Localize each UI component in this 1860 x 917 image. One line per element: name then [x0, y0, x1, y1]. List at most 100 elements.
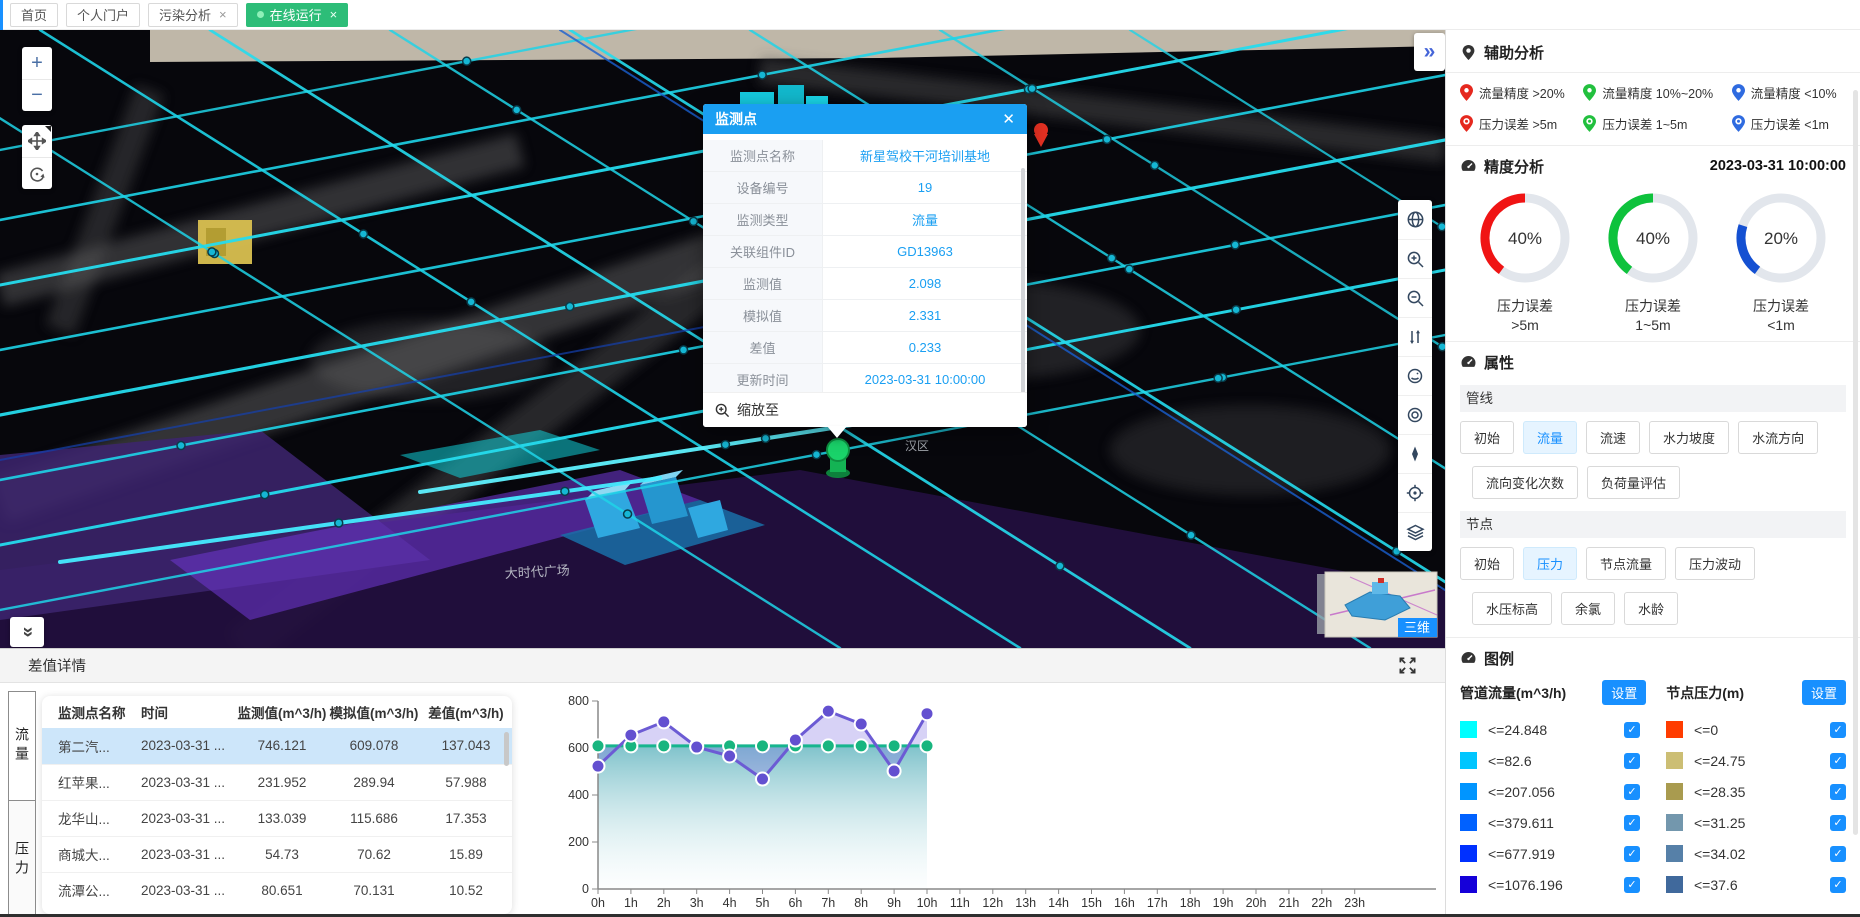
legend-checkbox[interactable]: ✓ [1830, 815, 1846, 831]
zoom-in-button[interactable]: + [22, 47, 52, 79]
svg-text:2h: 2h [657, 896, 671, 910]
globe-icon[interactable] [1398, 200, 1432, 239]
pan-rotate-controls [22, 125, 52, 189]
red-alarm-pin[interactable] [1034, 123, 1048, 147]
tab-pollution[interactable]: 污染分析 × [148, 3, 238, 27]
map-viewport[interactable]: 大时代广场 汉区 三维 + − [0, 30, 1445, 648]
tab-home[interactable]: 首页 [10, 3, 58, 27]
diff-table: 监测点名称 时间 监测值(m^3/h) 模拟值(m^3/h) 差值(m^3/h)… [42, 696, 512, 908]
node-button-residual-chlorine[interactable]: 余氯 [1561, 592, 1615, 625]
node-button-water-age[interactable]: 水龄 [1624, 592, 1678, 625]
gauges-row: 40% 压力误差>5m 40% 压力误差1~5m 20% 压力误差<1m [1460, 180, 1846, 335]
tab-bar: 首页 个人门户 污染分析 × 在线运行× [0, 0, 1860, 30]
tab-online-active[interactable]: 在线运行× [246, 3, 349, 27]
table-row[interactable]: 第二汽...2023-03-31 ...746.121609.078137.04… [42, 728, 512, 764]
popup-row: 模拟值2.331 [703, 300, 1027, 332]
attr-button-direction-changes[interactable]: 流向变化次数 [1472, 466, 1578, 499]
row-label: 监测类型 [703, 204, 823, 235]
locate-icon[interactable] [1398, 473, 1432, 512]
table-scrollbar[interactable] [504, 732, 509, 766]
pressure-legend-settings-button[interactable]: 设置 [1802, 680, 1846, 705]
node-button-pressure[interactable]: 压力 [1523, 547, 1577, 580]
table-row[interactable]: 商城大...2023-03-31 ...54.7370.6215.89 [42, 836, 512, 872]
row-value: 2.331 [823, 300, 1027, 331]
accuracy-timestamp: 2023-03-31 10:00:00 [1710, 158, 1846, 174]
pan-tool-button[interactable] [22, 125, 52, 157]
attr-button-flow-direction[interactable]: 水流方向 [1738, 421, 1818, 454]
legend-item: <=82.6✓ [1460, 750, 1640, 771]
tab-label: 污染分析 [159, 5, 211, 24]
pin-icon [1583, 84, 1596, 101]
table-row[interactable]: 龙华山...2023-03-31 ...133.039115.68617.353 [42, 800, 512, 836]
row-label: 关联组件ID [703, 236, 823, 267]
layers-icon[interactable] [1398, 512, 1432, 551]
tab-close-icon[interactable]: × [219, 7, 227, 22]
rotate-tool-button[interactable] [22, 157, 52, 189]
sidebar-scrollbar[interactable] [1853, 90, 1858, 835]
color-swatch [1666, 845, 1683, 862]
popup-row: 设备编号19 [703, 172, 1027, 204]
flow-legend-settings-button[interactable]: 设置 [1602, 680, 1646, 705]
node-button-pressure-fluctuation[interactable]: 压力波动 [1675, 547, 1755, 580]
svg-text:20%: 20% [1764, 229, 1798, 248]
legend-checkbox[interactable]: ✓ [1624, 815, 1640, 831]
attr-button-initial[interactable]: 初始 [1460, 421, 1514, 454]
svg-text:0: 0 [582, 882, 589, 896]
gauge-icon [1460, 158, 1477, 175]
close-icon[interactable]: ✕ [1002, 110, 1015, 128]
sidebar-collapse-button[interactable]: » [1414, 33, 1445, 71]
panel-tab-pressure[interactable]: 压力 [8, 800, 36, 917]
zoom-in-icon[interactable] [1398, 239, 1432, 278]
rotate-view-icon[interactable] [1398, 356, 1432, 395]
attr-button-load-evaluation[interactable]: 负荷量评估 [1587, 466, 1680, 499]
table-row[interactable]: 红苹果...2023-03-31 ...231.952289.9457.988 [42, 764, 512, 800]
attr-button-hydraulic-slope[interactable]: 水力坡度 [1649, 421, 1729, 454]
legend-item: <=28.35✓ [1666, 781, 1846, 802]
legend-checkbox[interactable]: ✓ [1830, 846, 1846, 862]
node-button-initial[interactable]: 初始 [1460, 547, 1514, 580]
legend-checkbox[interactable]: ✓ [1624, 753, 1640, 769]
node-button-hydraulic-head[interactable]: 水压标高 [1472, 592, 1552, 625]
zoom-to-action[interactable]: 缩放至 [703, 392, 1027, 427]
tab-close-icon[interactable]: × [330, 7, 338, 22]
legend-checkbox[interactable]: ✓ [1830, 784, 1846, 800]
svg-text:4h: 4h [723, 896, 737, 910]
legend-checkbox[interactable]: ✓ [1624, 846, 1640, 862]
legend-item: <=24.75✓ [1666, 750, 1846, 771]
popup-tail [827, 426, 847, 438]
legend-checkbox[interactable]: ✓ [1830, 753, 1846, 769]
row-value: 2.098 [823, 268, 1027, 299]
legend-checkbox[interactable]: ✓ [1830, 877, 1846, 893]
attr-button-flow[interactable]: 流量 [1523, 421, 1577, 454]
elevation-arrows-icon[interactable] [1398, 317, 1432, 356]
col-header: 监测点名称 [42, 696, 140, 728]
node-button-node-flow[interactable]: 节点流量 [1586, 547, 1666, 580]
svg-text:10h: 10h [917, 896, 938, 910]
chevron-right-icon: » [1424, 40, 1436, 64]
popup-row: 差值0.233 [703, 332, 1027, 364]
row-value[interactable]: 新星驾校干河培训基地 [823, 140, 1027, 171]
minimap[interactable]: 三维 [1317, 572, 1437, 637]
tab-portal[interactable]: 个人门户 [66, 3, 140, 27]
row-value: 流量 [823, 204, 1027, 235]
svg-text:19h: 19h [1213, 896, 1234, 910]
compass-needle-icon[interactable] [1398, 434, 1432, 473]
ring-icon[interactable] [1398, 395, 1432, 434]
svg-text:40%: 40% [1636, 229, 1670, 248]
legend-checkbox[interactable]: ✓ [1624, 722, 1640, 738]
diff-table-card: 监测点名称 时间 监测值(m^3/h) 模拟值(m^3/h) 差值(m^3/h)… [42, 696, 512, 914]
table-row[interactable]: 流潭公...2023-03-31 ...80.65170.13110.52 [42, 872, 512, 908]
zoom-controls: + − [22, 47, 52, 111]
color-swatch [1666, 752, 1683, 769]
popup-scrollbar[interactable] [1021, 168, 1025, 392]
zoom-out-icon[interactable] [1398, 278, 1432, 317]
legend-checkbox[interactable]: ✓ [1624, 877, 1640, 893]
svg-text:18h: 18h [1180, 896, 1201, 910]
panel-collapse-button[interactable]: » [10, 617, 44, 647]
panel-tab-flow[interactable]: 流量 [8, 691, 36, 801]
legend-checkbox[interactable]: ✓ [1624, 784, 1640, 800]
zoom-out-button[interactable]: − [22, 79, 52, 111]
legend-checkbox[interactable]: ✓ [1830, 722, 1846, 738]
attr-button-velocity[interactable]: 流速 [1586, 421, 1640, 454]
selected-monitor-marker[interactable] [826, 439, 850, 478]
